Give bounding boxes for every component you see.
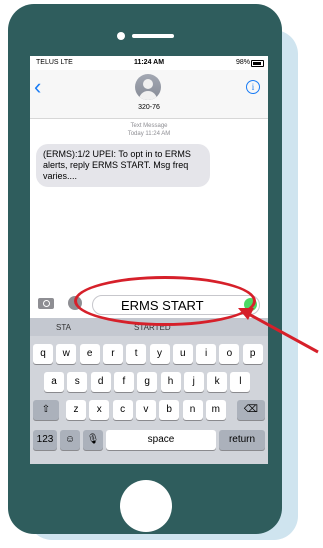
annotation-arrow — [238, 308, 319, 354]
